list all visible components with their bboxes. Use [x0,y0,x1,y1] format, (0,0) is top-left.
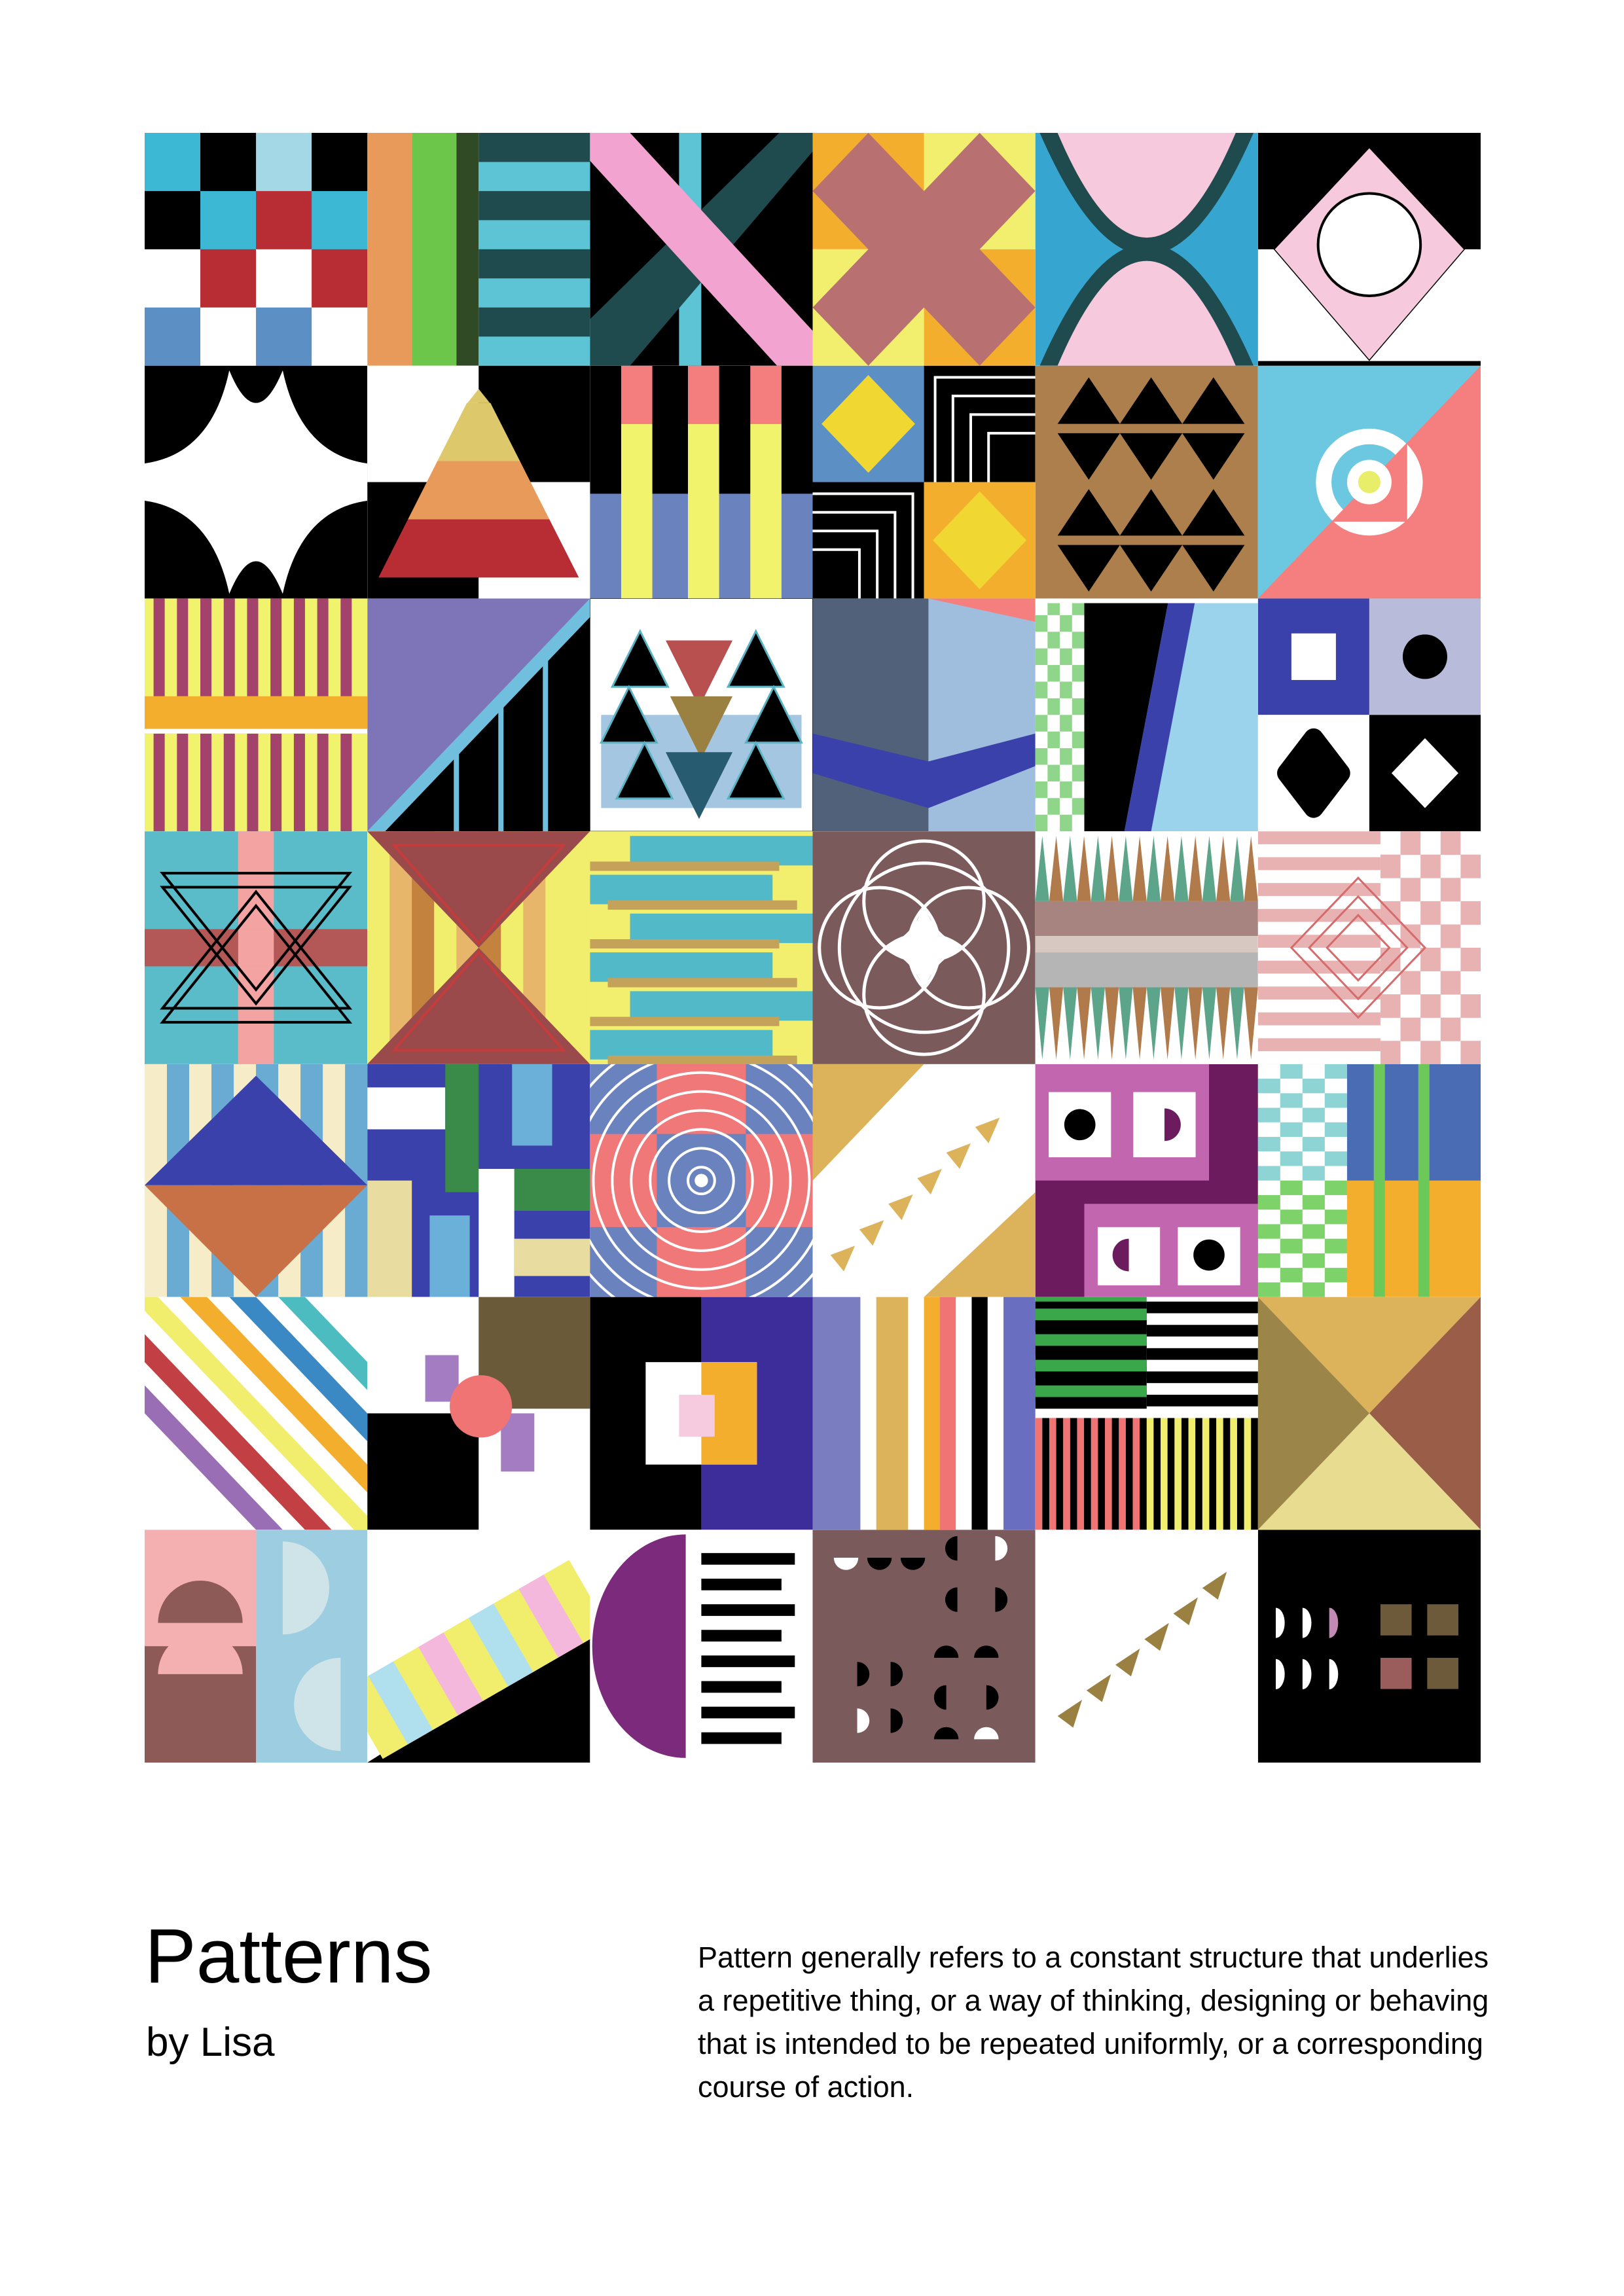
tile-half-moons [812,1530,1036,1763]
tile-stripes-grid [1035,1297,1259,1530]
poster-title: Patterns [145,1913,433,2000]
tile-door-frame [590,1297,814,1530]
tile-offset-bars [590,831,814,1065]
tile-hourglass-arcs [1035,133,1259,367]
tile-pillars [590,365,814,600]
tile-stripes-vertical-horizontal [367,133,590,367]
tile-arrow-chain [1035,1530,1259,1763]
tile-overlapping-circles [812,831,1036,1065]
tile-triangle-cluster [590,598,814,832]
tile-triangle-arrows [812,1064,1036,1298]
tile-vertical-stripes [812,1297,1036,1530]
tile-diamond-split [145,1064,368,1298]
tile-blocks [367,1064,590,1298]
tile-plus-cross [812,133,1036,367]
tile-check-strip-diagonal [1035,598,1259,832]
tile-hourglass-stripes [367,831,590,1065]
tile-four-point-star [145,365,368,600]
tile-cross-triangles [145,831,368,1065]
tile-staircase [367,598,590,832]
tile-check-stripes-gold [1257,1064,1481,1298]
tile-target-diagonal [1257,365,1481,600]
tile-semicircle-bars [590,1530,814,1763]
tile-diamonds-corners [812,365,1036,600]
tile-pink-check-diamond [1257,831,1481,1065]
poster-description: Pattern generally refers to a constant s… [698,1941,1489,2104]
tile-striped-pyramid [367,365,590,600]
tile-checkerboard [145,133,368,367]
tile-bars-band [145,598,368,832]
tile-squares-moons [1257,1530,1481,1763]
tile-x-band [590,133,814,367]
pattern-grid [145,133,1481,1763]
tile-shapes-quad [1257,598,1481,832]
tile-envelope-circle [1257,133,1481,367]
tile-triangles-brown [1035,365,1259,600]
tile-spiked-bands [1035,831,1259,1065]
poster-byline: by Lisa [146,2020,275,2065]
tile-folded-planes [812,598,1036,832]
tile-pink-circle-squares [367,1297,590,1530]
tile-half-circles [145,1530,368,1763]
tile-windows-eyes [1035,1064,1259,1298]
tile-diagonal-band [367,1530,590,1763]
tile-four-triangles [1257,1297,1481,1530]
